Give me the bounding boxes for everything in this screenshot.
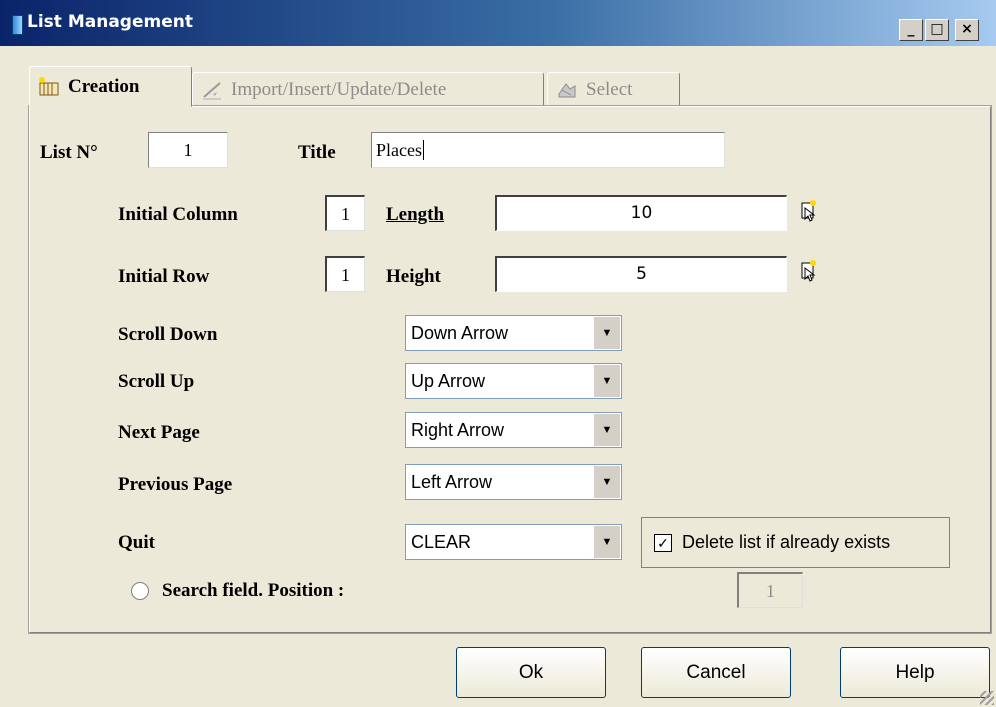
help-button[interactable]: Help	[840, 647, 990, 698]
scroll-down-select[interactable]: Down Arrow ▼	[405, 315, 622, 351]
resize-grip[interactable]	[980, 691, 994, 705]
length-pick-icon[interactable]	[799, 200, 817, 222]
chevron-down-icon[interactable]: ▼	[593, 414, 620, 446]
tab-select-label: Select	[586, 78, 633, 100]
quit-value: CLEAR	[411, 532, 472, 552]
initial-column-label: Initial Column	[118, 204, 238, 225]
minimize-button[interactable]: _	[899, 19, 923, 41]
window-title: List Management	[27, 12, 193, 32]
length-label-text: Length	[386, 204, 445, 225]
previous-page-label: Previous Page	[118, 474, 233, 495]
height-pick-icon[interactable]	[799, 260, 817, 282]
tab-creation-label: Creation	[68, 75, 140, 97]
tab-import-label: Import/Insert/Update/Delete	[231, 78, 447, 100]
length-field[interactable]: 10	[495, 195, 787, 231]
list-no-field[interactable]: 1	[148, 132, 228, 168]
chevron-down-icon[interactable]: ▼	[593, 365, 620, 397]
initial-row-field[interactable]: 1	[325, 256, 365, 292]
scroll-up-label: Scroll Up	[118, 371, 195, 392]
chevron-down-icon[interactable]: ▼	[593, 526, 620, 558]
delete-list-checkbox[interactable]: ✓ Delete list if already exists	[641, 517, 950, 568]
initial-row-label: Initial Row	[118, 266, 210, 287]
scroll-down-label: Scroll Down	[118, 324, 218, 345]
tab-select[interactable]: Select	[547, 72, 680, 106]
search-field-radio[interactable]	[131, 582, 149, 600]
previous-page-value: Left Arrow	[411, 472, 493, 492]
length-label: Length	[386, 204, 444, 226]
scroll-up-value: Up Arrow	[411, 371, 486, 391]
title-field[interactable]: Places	[371, 132, 725, 168]
next-page-label: Next Page	[118, 422, 200, 443]
height-field[interactable]: 5	[495, 256, 787, 292]
tab-creation[interactable]: Creation	[29, 66, 192, 107]
previous-page-select[interactable]: Left Arrow ▼	[405, 464, 622, 500]
chevron-down-icon[interactable]: ▼	[593, 317, 620, 349]
cancel-button[interactable]: Cancel	[641, 647, 791, 698]
creation-icon	[38, 76, 60, 97]
title-bar: List Management _ □ ×	[0, 0, 996, 46]
maximize-button[interactable]: □	[925, 19, 949, 41]
next-page-value: Right Arrow	[411, 420, 505, 440]
next-page-select[interactable]: Right Arrow ▼	[405, 412, 622, 448]
scroll-up-select[interactable]: Up Arrow ▼	[405, 363, 622, 399]
title-field-value: Places	[376, 140, 422, 160]
initial-column-field[interactable]: 1	[325, 195, 365, 231]
search-field-label: Search field. Position :	[162, 580, 345, 601]
tab-import-insert-update-delete[interactable]: Import/Insert/Update/Delete	[192, 72, 544, 106]
quit-select[interactable]: CLEAR ▼	[405, 524, 622, 560]
delete-list-checkbox-label: Delete list if already exists	[682, 532, 891, 552]
list-no-label: List N°	[40, 142, 98, 163]
checkbox-check-icon[interactable]: ✓	[654, 533, 672, 552]
height-label: Height	[386, 266, 441, 287]
select-icon	[556, 80, 578, 100]
app-icon	[12, 15, 23, 35]
search-position-field[interactable]: 1	[737, 572, 803, 608]
quit-label: Quit	[118, 532, 155, 553]
edit-pencil-icon	[201, 80, 223, 100]
close-button[interactable]: ×	[955, 19, 979, 41]
title-label: Title	[298, 142, 336, 163]
ok-button[interactable]: Ok	[456, 647, 606, 698]
chevron-down-icon[interactable]: ▼	[593, 466, 620, 498]
scroll-down-value: Down Arrow	[411, 323, 509, 343]
